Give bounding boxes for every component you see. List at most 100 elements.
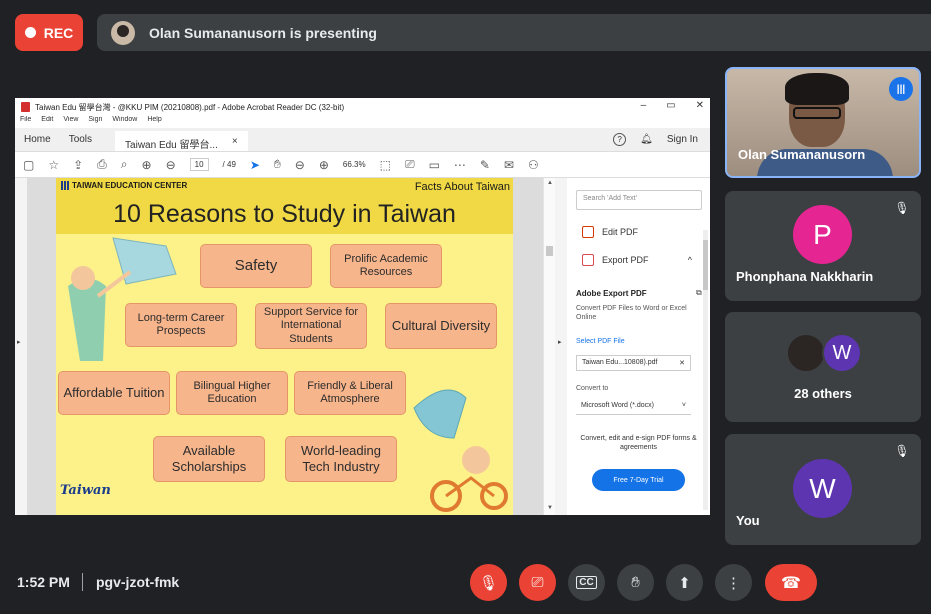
tab-close-icon[interactable]: × bbox=[232, 136, 238, 151]
menu-view[interactable]: View bbox=[63, 116, 78, 128]
bookmark-star-icon[interactable]: ☆ bbox=[48, 158, 59, 172]
document-scrollbar[interactable]: ▲ ▼ bbox=[543, 178, 555, 515]
mail-icon[interactable]: ✉ bbox=[504, 158, 514, 172]
chevron-down-icon[interactable]: ˅ bbox=[682, 402, 686, 411]
reason-box: Available Scholarships bbox=[153, 436, 265, 482]
megaphone-bike-illustration bbox=[413, 389, 508, 512]
present-button[interactable]: ⬆ bbox=[666, 564, 703, 601]
stamp-icon[interactable]: ⎚ bbox=[405, 157, 415, 172]
present-icon: ⬆ bbox=[678, 574, 691, 592]
menu-window[interactable]: Window bbox=[112, 116, 137, 128]
acrobat-icon bbox=[21, 102, 30, 112]
end-call-icon: ☎︎ bbox=[781, 574, 801, 592]
participant-name: Olan Sumananusorn bbox=[738, 147, 866, 162]
chevron-up-icon[interactable]: ^ bbox=[688, 255, 692, 265]
next-page-icon[interactable]: ⊖ bbox=[166, 158, 176, 172]
sign-icon[interactable]: ✎ bbox=[480, 158, 490, 172]
participant-tile-presenter[interactable]: ||| Olan Sumananusorn bbox=[725, 67, 921, 178]
left-nav-collapsed[interactable]: ▸ bbox=[15, 178, 27, 515]
reason-box: Prolific Academic Resources bbox=[330, 244, 442, 288]
pane-scrollbar[interactable] bbox=[703, 230, 708, 510]
avatar: W bbox=[822, 333, 862, 373]
recording-indicator[interactable]: REC bbox=[15, 14, 83, 51]
page-total: / 49 bbox=[222, 160, 236, 169]
zoom-search-icon[interactable]: ⌕ bbox=[121, 157, 128, 172]
sign-in-link[interactable]: Sign In bbox=[667, 134, 698, 145]
export-pdf-item[interactable]: Export PDF ^ bbox=[582, 254, 692, 266]
expand-right-icon[interactable]: ▸ bbox=[558, 338, 562, 346]
reason-box: Friendly & Liberal Atmosphere bbox=[294, 371, 406, 415]
menu-file[interactable]: File bbox=[20, 116, 31, 128]
meeting-time: 1:52 PM bbox=[17, 574, 70, 590]
minimize-icon[interactable]: – bbox=[641, 100, 647, 111]
participant-tile[interactable]: P 🎙︎ Phonphana Nakkharin bbox=[725, 191, 921, 301]
save-icon[interactable]: ▢ bbox=[23, 158, 34, 172]
raise-hand-icon: ✋︎ bbox=[631, 574, 640, 591]
captions-button[interactable]: CC bbox=[568, 564, 605, 601]
tab-tools[interactable]: Tools bbox=[60, 134, 101, 151]
reason-box: Affordable Tuition bbox=[58, 371, 170, 415]
participant-tile-self[interactable]: W 🎙︎ You bbox=[725, 434, 921, 545]
remove-file-icon[interactable]: ✕ bbox=[679, 359, 685, 367]
reason-box: Cultural Diversity bbox=[385, 303, 497, 349]
right-pane-toggle[interactable]: ▸ bbox=[555, 178, 567, 515]
raise-hand-button[interactable]: ✋︎ bbox=[617, 564, 654, 601]
end-call-button[interactable]: ☎︎ bbox=[765, 564, 817, 601]
share-user-icon[interactable]: ⚇ bbox=[528, 158, 539, 172]
participant-tile-others[interactable]: W 28 others bbox=[725, 312, 921, 422]
maximize-icon[interactable]: ▭ bbox=[666, 100, 675, 111]
poster-org: TAIWAN EDUCATION CENTER bbox=[61, 181, 187, 190]
participant-name: Phonphana Nakkharin bbox=[736, 269, 874, 284]
upload-icon[interactable]: ⇪ bbox=[73, 158, 83, 172]
format-select[interactable]: Microsoft Word (*.docx) ˅ bbox=[576, 399, 691, 415]
pdf-page: TAIWAN EDUCATION CENTER Facts About Taiw… bbox=[56, 178, 513, 515]
edit-pdf-item[interactable]: Edit PDF bbox=[582, 226, 638, 238]
participant-name: 28 others bbox=[794, 386, 852, 401]
free-trial-button[interactable]: Free 7-Day Trial bbox=[592, 469, 685, 491]
help-icon[interactable]: ? bbox=[613, 133, 627, 146]
camera-toggle-button[interactable]: ⎚ bbox=[519, 564, 556, 601]
print-icon[interactable]: ⎙ bbox=[97, 157, 107, 172]
presenting-banner[interactable]: Olan Sumananusorn is presenting bbox=[97, 14, 931, 51]
selected-file-name: Taiwan Edu...10808).pdf bbox=[582, 359, 658, 366]
scroll-thumb[interactable] bbox=[546, 246, 553, 256]
mic-off-icon: 🎙︎ bbox=[894, 201, 910, 215]
tab-document[interactable]: Taiwan Edu 留學台... × bbox=[115, 131, 248, 151]
taiwan-logo: Taiwan bbox=[60, 483, 111, 498]
select-cursor-icon[interactable]: ➤ bbox=[250, 158, 260, 172]
promo-text: Convert, edit and e-sign PDF forms & agr… bbox=[580, 435, 697, 452]
select-pdf-label: Select PDF File bbox=[576, 338, 625, 345]
meeting-code[interactable]: pgv-jzot-fmk bbox=[96, 574, 179, 590]
captions-icon: CC bbox=[576, 576, 597, 589]
zoom-level[interactable]: 66.3% bbox=[343, 160, 366, 169]
selected-file-field[interactable]: Taiwan Edu...10808).pdf ✕ bbox=[576, 355, 691, 371]
mic-toggle-button[interactable]: 🎙︎ bbox=[470, 564, 507, 601]
expand-left-icon[interactable]: ▸ bbox=[17, 338, 21, 346]
bell-icon[interactable]: 🔔︎ bbox=[640, 134, 653, 145]
comment-icon[interactable]: ▭ bbox=[429, 158, 440, 172]
avatar-initial: P bbox=[813, 218, 832, 250]
tab-home[interactable]: Home bbox=[15, 134, 60, 151]
menu-help[interactable]: Help bbox=[147, 116, 161, 128]
more-options-button[interactable]: ⋮ bbox=[715, 564, 752, 601]
zoom-out-icon[interactable]: ⊖ bbox=[295, 158, 305, 172]
avatar-photo bbox=[786, 333, 826, 373]
page-number-input[interactable]: 10 bbox=[189, 158, 209, 171]
taiwan-logo-text: Taiwan bbox=[60, 483, 111, 498]
acrobat-menubar: File Edit View Sign Window Help bbox=[15, 116, 710, 128]
copy-icon[interactable]: ⧉ bbox=[696, 288, 702, 298]
scroll-down-icon[interactable]: ▼ bbox=[547, 505, 553, 511]
tab-document-label: Taiwan Edu 留學台... bbox=[125, 140, 218, 151]
scroll-up-icon[interactable]: ▲ bbox=[547, 180, 553, 186]
menu-sign[interactable]: Sign bbox=[88, 116, 102, 128]
more-tools-icon[interactable]: ⋯ bbox=[454, 158, 466, 172]
zoom-in-icon[interactable]: ⊕ bbox=[319, 158, 329, 172]
hand-tool-icon[interactable]: ✋︎ bbox=[274, 157, 281, 172]
tools-search-input[interactable]: Search 'Add Text' bbox=[576, 190, 702, 210]
divider bbox=[82, 573, 83, 591]
fit-page-icon[interactable]: ⬚ bbox=[380, 158, 391, 172]
poster-org-label: TAIWAN EDUCATION CENTER bbox=[72, 181, 188, 190]
prev-page-icon[interactable]: ⊕ bbox=[142, 158, 152, 172]
menu-edit[interactable]: Edit bbox=[41, 116, 53, 128]
close-icon[interactable]: ✕ bbox=[696, 100, 704, 111]
